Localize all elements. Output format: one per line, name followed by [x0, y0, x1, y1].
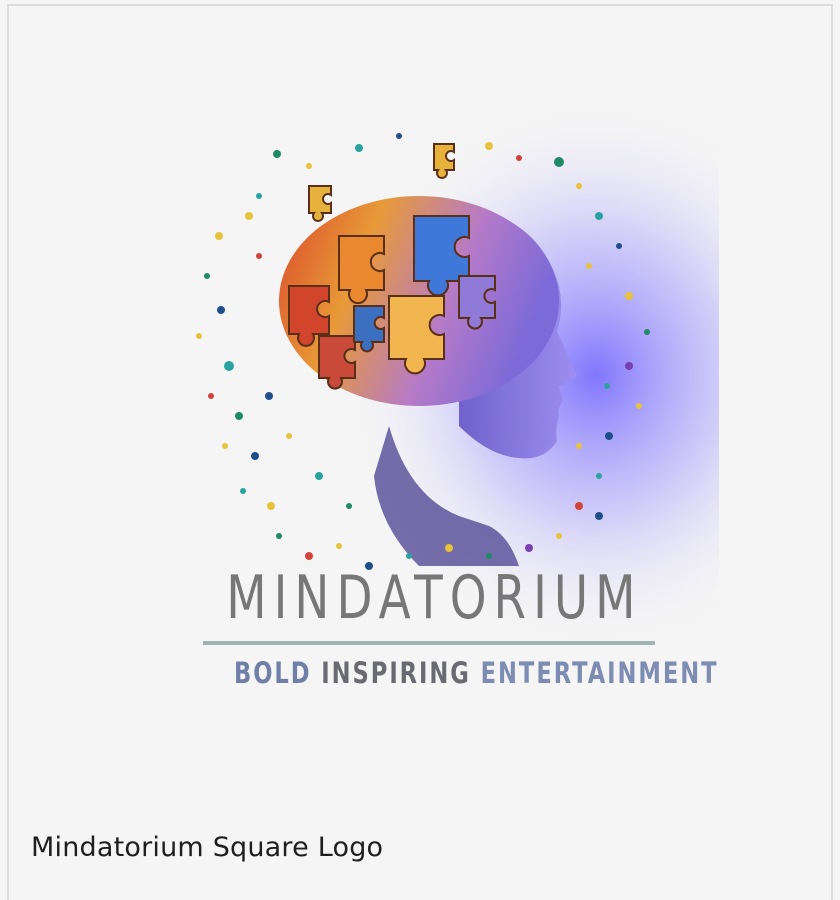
- wordmark-divider: [203, 641, 655, 645]
- caption: Mindatorium Square Logo: [31, 832, 384, 863]
- tagline-word-entertainment: ENTERTAINMENT: [480, 656, 719, 690]
- tagline-word-bold: BOLD: [234, 656, 312, 690]
- tagline: BOLD INSPIRING ENTERTAINMENT: [234, 656, 717, 690]
- wordmark-title: MINDATORIUM: [226, 563, 643, 633]
- logo-card: MINDATORIUM BOLD INSPIRING ENTERTAINMENT…: [7, 4, 833, 900]
- tagline-word-inspiring: INSPIRING: [321, 656, 471, 690]
- wordmark: MINDATORIUM BOLD INSPIRING ENTERTAINMENT: [199, 558, 717, 690]
